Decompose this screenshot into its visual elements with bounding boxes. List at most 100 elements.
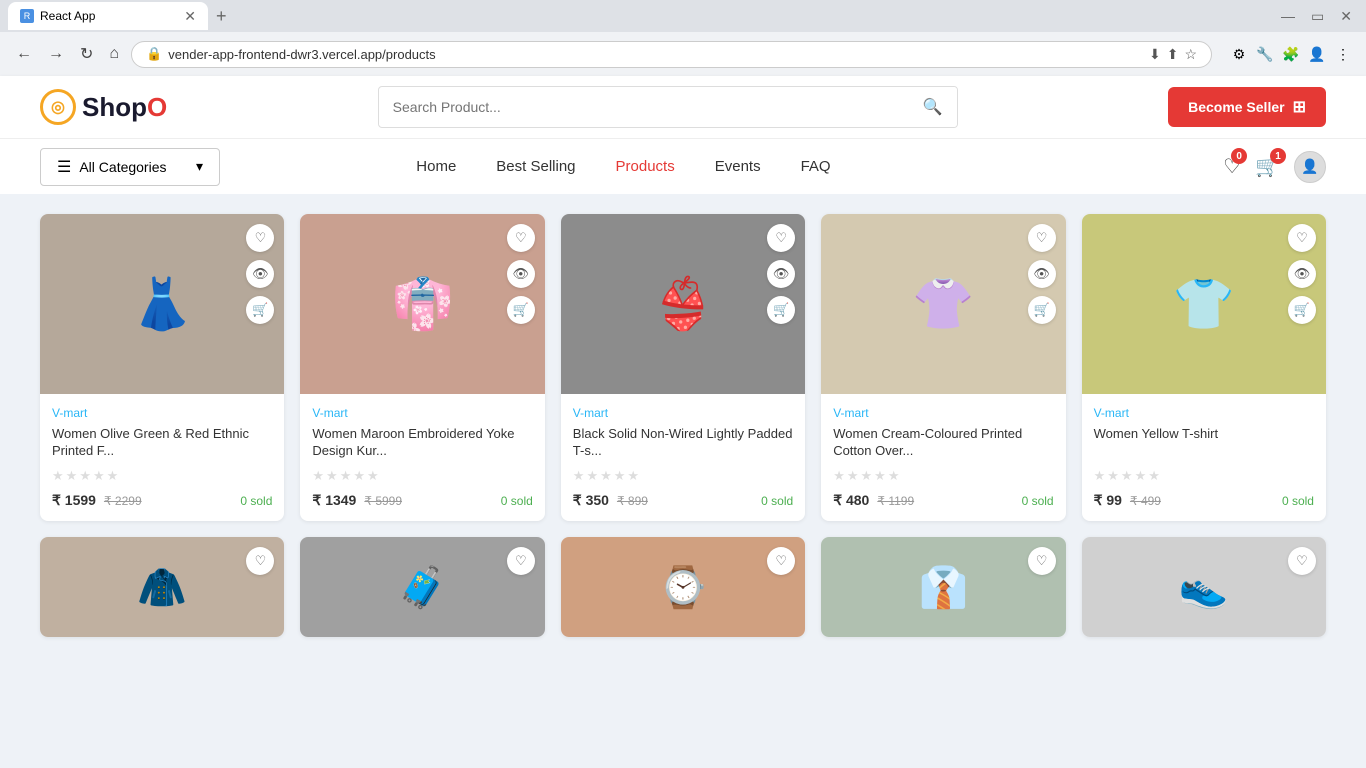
chevron-down-icon: ▾ — [196, 158, 203, 175]
cart-add-btn[interactable]: 🛒 — [767, 296, 795, 324]
browser-tab[interactable]: R React App ✕ — [8, 2, 208, 30]
tab-close-button[interactable]: ✕ — [184, 8, 196, 25]
price-row: ₹ 1599 ₹ 2299 0 sold — [52, 492, 272, 509]
cart-add-btn[interactable]: 🛒 — [1028, 296, 1056, 324]
wishlist-btn[interactable]: ♡ — [1028, 224, 1056, 252]
browser-controls: — ▭ ✕ — [1275, 6, 1358, 27]
star-4: ★ — [614, 468, 626, 484]
sold-count: 0 sold — [761, 494, 793, 508]
menu-icon[interactable]: ⋮ — [1332, 43, 1354, 65]
logo[interactable]: ◎ ShopO — [40, 89, 167, 125]
preview-btn[interactable]: 👁 — [1028, 260, 1056, 288]
back-button[interactable]: ← — [12, 41, 36, 67]
star-rating: ★ ★ ★ ★ ★ — [52, 468, 272, 484]
price-row: ₹ 99 ₹ 499 0 sold — [1094, 492, 1314, 509]
star-1: ★ — [1094, 468, 1106, 484]
address-bar[interactable]: 🔒 vender-app-frontend-dwr3.vercel.app/pr… — [131, 41, 1212, 68]
star-icon[interactable]: ☆ — [1184, 46, 1197, 63]
nav-home[interactable]: Home — [416, 158, 456, 175]
home-button[interactable]: ⌂ — [105, 41, 123, 67]
preview-btn[interactable]: 👁 — [1288, 260, 1316, 288]
product-name: Women Yellow T-shirt — [1094, 426, 1314, 460]
brand-name[interactable]: V-mart — [312, 406, 532, 420]
categories-button[interactable]: ☰ All Categories ▾ — [40, 148, 220, 186]
profile-icon[interactable]: 👤 — [1306, 43, 1328, 65]
brand-name[interactable]: V-mart — [833, 406, 1053, 420]
profile-avatar[interactable]: 👤 — [1294, 151, 1326, 183]
products-grid-row2: 🧥 ♡ 🧳 ♡ ⌚ ♡ 👔 ♡ 👟 — [40, 537, 1326, 637]
brand-name[interactable]: V-mart — [1094, 406, 1314, 420]
lock-icon: 🔒 — [146, 46, 162, 62]
price-current: ₹ 480 — [833, 492, 869, 509]
download-icon[interactable]: ⬇ — [1149, 46, 1161, 63]
star-rating: ★ ★ ★ ★ ★ — [312, 468, 532, 484]
share-icon[interactable]: ⬆ — [1167, 46, 1179, 63]
wishlist-btn-bottom[interactable]: ♡ — [767, 547, 795, 575]
new-tab-button[interactable]: + — [216, 6, 227, 27]
address-bar-row: ← → ↻ ⌂ 🔒 vender-app-frontend-dwr3.verce… — [0, 32, 1366, 76]
wishlist-btn[interactable]: ♡ — [507, 224, 535, 252]
become-seller-button[interactable]: Become Seller ⊞ — [1168, 87, 1326, 127]
nav-icons: ♡ 0 🛒 1 👤 — [1223, 151, 1326, 183]
price-current: ₹ 99 — [1094, 492, 1122, 509]
tab-title: React App — [40, 9, 95, 23]
product-actions: ♡ — [767, 547, 795, 575]
price-original: ₹ 5999 — [364, 494, 402, 508]
preview-btn[interactable]: 👁 — [507, 260, 535, 288]
bottom-card-image: 🧥 ♡ — [40, 537, 284, 637]
wishlist-btn[interactable]: ♡ — [767, 224, 795, 252]
forward-button[interactable]: → — [44, 41, 68, 67]
nav-best-selling[interactable]: Best Selling — [496, 158, 575, 175]
star-1: ★ — [573, 468, 585, 484]
wishlist-btn[interactable]: ♡ — [1288, 224, 1316, 252]
search-button[interactable]: 🔍 — [909, 87, 957, 127]
extension-icon-1[interactable]: ⚙ — [1228, 43, 1250, 65]
bottom-card-image: ⌚ ♡ — [561, 537, 805, 637]
products-section: 👗 ♡ 👁 🛒 V-mart Women Olive Green & Red E… — [0, 194, 1366, 657]
search-input[interactable] — [379, 89, 909, 125]
product-name: Women Cream-Coloured Printed Cotton Over… — [833, 426, 1053, 460]
product-info: V-mart Women Yellow T-shirt ★ ★ ★ ★ ★ ₹ … — [1082, 394, 1326, 521]
star-1: ★ — [833, 468, 845, 484]
nav-faq[interactable]: FAQ — [801, 158, 831, 175]
minimize-button[interactable]: — — [1275, 6, 1301, 26]
preview-btn[interactable]: 👁 — [767, 260, 795, 288]
extension-icon-3[interactable]: 🧩 — [1280, 43, 1302, 65]
product-image-wrapper: 👘 ♡ 👁 🛒 — [300, 214, 544, 394]
preview-btn[interactable]: 👁 — [246, 260, 274, 288]
extension-icon-2[interactable]: 🔧 — [1254, 43, 1276, 65]
star-3: ★ — [861, 468, 873, 484]
product-name: Women Olive Green & Red Ethnic Printed F… — [52, 426, 272, 460]
wishlist-btn[interactable]: ♡ — [246, 224, 274, 252]
nav-events[interactable]: Events — [715, 158, 761, 175]
product-actions: ♡ 👁 🛒 — [1288, 224, 1316, 324]
wishlist-button[interactable]: ♡ 0 — [1223, 154, 1241, 179]
search-bar: 🔍 — [378, 86, 958, 128]
wishlist-btn-bottom[interactable]: ♡ — [246, 547, 274, 575]
cart-button[interactable]: 🛒 1 — [1255, 154, 1280, 179]
wishlist-btn-bottom[interactable]: ♡ — [1288, 547, 1316, 575]
cart-add-btn[interactable]: 🛒 — [246, 296, 274, 324]
product-card-bottom: 👟 ♡ — [1082, 537, 1326, 637]
star-3: ★ — [340, 468, 352, 484]
wishlist-btn-bottom[interactable]: ♡ — [1028, 547, 1056, 575]
cart-add-btn[interactable]: 🛒 — [1288, 296, 1316, 324]
brand-name[interactable]: V-mart — [573, 406, 793, 420]
wishlist-btn-bottom[interactable]: ♡ — [507, 547, 535, 575]
star-2: ★ — [1107, 468, 1119, 484]
star-5: ★ — [888, 468, 900, 484]
cart-add-btn[interactable]: 🛒 — [507, 296, 535, 324]
star-2: ★ — [586, 468, 598, 484]
star-1: ★ — [312, 468, 324, 484]
refresh-button[interactable]: ↻ — [76, 40, 97, 68]
wishlist-badge: 0 — [1231, 148, 1247, 164]
cart-badge: 1 — [1270, 148, 1286, 164]
brand-name[interactable]: V-mart — [52, 406, 272, 420]
close-button[interactable]: ✕ — [1334, 6, 1358, 27]
star-4: ★ — [93, 468, 105, 484]
maximize-button[interactable]: ▭ — [1305, 6, 1330, 27]
nav-products[interactable]: Products — [616, 158, 675, 175]
price-current: ₹ 1349 — [312, 492, 356, 509]
product-name: Black Solid Non-Wired Lightly Padded T-s… — [573, 426, 793, 460]
price-current: ₹ 1599 — [52, 492, 96, 509]
